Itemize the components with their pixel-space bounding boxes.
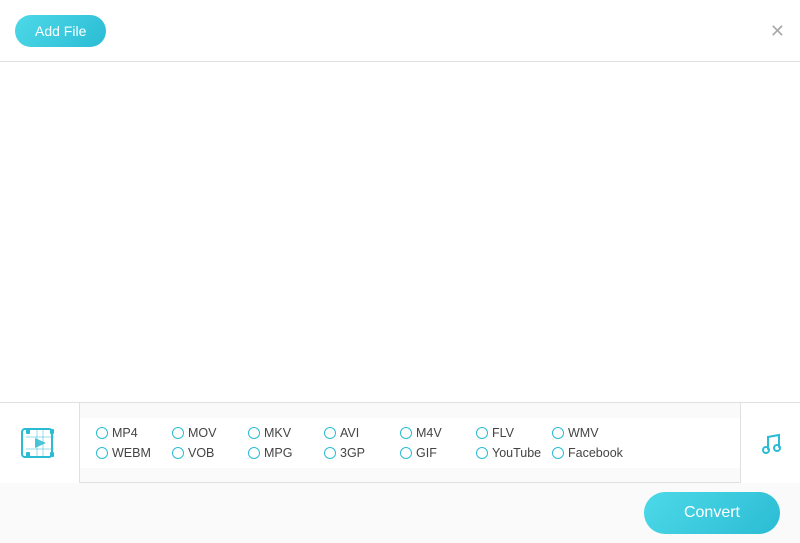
- format-label-avi: AVI: [340, 426, 359, 440]
- format-label-webm: WEBM: [112, 446, 151, 460]
- format-label-flv: FLV: [492, 426, 514, 440]
- format-label-gif: GIF: [416, 446, 437, 460]
- format-option-mpg[interactable]: MPG: [248, 446, 318, 460]
- format-radio-3gp: [324, 447, 336, 459]
- format-label-facebook: Facebook: [568, 446, 623, 460]
- format-option-3gp[interactable]: 3GP: [324, 446, 394, 460]
- audio-icon-container: [740, 403, 800, 483]
- format-label-wmv: WMV: [568, 426, 599, 440]
- format-label-vob: VOB: [188, 446, 214, 460]
- format-radio-mp4: [96, 427, 108, 439]
- format-row-2: WEBM VOB MPG 3GP GIF YouTube Facebook: [96, 446, 724, 460]
- format-radio-mov: [172, 427, 184, 439]
- format-label-mp4: MP4: [112, 426, 138, 440]
- format-radio-youtube: [476, 447, 488, 459]
- convert-row: Convert: [0, 483, 800, 543]
- format-option-mov[interactable]: MOV: [172, 426, 242, 440]
- format-radio-flv: [476, 427, 488, 439]
- format-option-mkv[interactable]: MKV: [248, 426, 318, 440]
- format-option-webm[interactable]: WEBM: [96, 446, 166, 460]
- format-label-mov: MOV: [188, 426, 216, 440]
- format-bar: MP4 MOV MKV AVI M4V FLV WMV WEBM VOB MPG 3GP GIF Yo…: [0, 403, 800, 483]
- audio-icon: [755, 427, 787, 459]
- format-label-mkv: MKV: [264, 426, 291, 440]
- format-radio-webm: [96, 447, 108, 459]
- format-radio-gif: [400, 447, 412, 459]
- format-option-flv[interactable]: FLV: [476, 426, 546, 440]
- format-radio-facebook: [552, 447, 564, 459]
- format-radio-m4v: [400, 427, 412, 439]
- convert-button[interactable]: Convert: [644, 492, 780, 534]
- format-radio-wmv: [552, 427, 564, 439]
- format-option-mp4[interactable]: MP4: [96, 426, 166, 440]
- file-drop-area: [0, 62, 800, 402]
- format-radio-avi: [324, 427, 336, 439]
- format-label-youtube: YouTube: [492, 446, 541, 460]
- format-option-m4v[interactable]: M4V: [400, 426, 470, 440]
- format-option-facebook[interactable]: Facebook: [552, 446, 623, 460]
- format-radio-mkv: [248, 427, 260, 439]
- top-bar: Add File ✕: [0, 0, 800, 62]
- format-option-vob[interactable]: VOB: [172, 446, 242, 460]
- format-option-youtube[interactable]: YouTube: [476, 446, 546, 460]
- format-label-m4v: M4V: [416, 426, 442, 440]
- bottom-panel: MP4 MOV MKV AVI M4V FLV WMV WEBM VOB MPG 3GP GIF Yo…: [0, 402, 800, 542]
- format-label-3gp: 3GP: [340, 446, 365, 460]
- format-option-gif[interactable]: GIF: [400, 446, 470, 460]
- format-radio-vob: [172, 447, 184, 459]
- close-button[interactable]: ✕: [770, 22, 785, 40]
- add-file-button[interactable]: Add File: [15, 15, 106, 47]
- format-option-wmv[interactable]: WMV: [552, 426, 622, 440]
- video-icon-container: [0, 403, 80, 483]
- format-options: MP4 MOV MKV AVI M4V FLV WMV WEBM VOB MPG 3GP GIF Yo…: [80, 418, 740, 468]
- format-label-mpg: MPG: [264, 446, 292, 460]
- format-row-1: MP4 MOV MKV AVI M4V FLV WMV: [96, 426, 724, 440]
- video-icon: [19, 422, 61, 464]
- format-option-avi[interactable]: AVI: [324, 426, 394, 440]
- format-radio-mpg: [248, 447, 260, 459]
